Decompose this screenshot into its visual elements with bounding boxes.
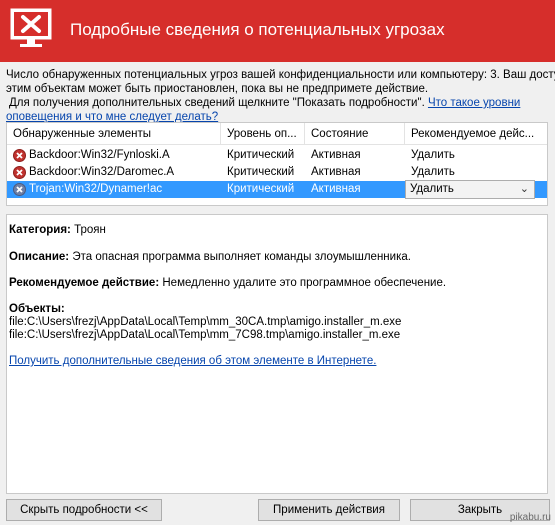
description-value: Эта опасная программа выполняет команды … xyxy=(72,251,411,263)
chevron-down-icon: ⌄ xyxy=(519,183,529,195)
objects-label: Объекты: xyxy=(9,303,65,315)
threat-name: Backdoor:Win32/Daromec.A xyxy=(29,166,175,178)
hide-details-button[interactable]: Скрыть подробности << xyxy=(6,499,162,521)
threat-status: Активная xyxy=(311,183,361,195)
category-line: Категория: Троян xyxy=(9,224,106,237)
threat-name: Backdoor:Win32/Fynloski.A xyxy=(29,149,170,161)
threat-status: Активная xyxy=(311,149,361,161)
threat-x-icon xyxy=(13,149,26,162)
recommended-line: Рекомендуемое действие: Немедленно удали… xyxy=(9,277,446,290)
intro-hint: Для получения дополнительных сведений ще… xyxy=(9,97,425,109)
table-row-selected[interactable]: Trojan:Win32/Dynamer!ac Критический Акти… xyxy=(7,180,547,199)
intro-line-3: Для получения дополнительных сведений ще… xyxy=(6,96,552,110)
threat-action: Удалить xyxy=(411,149,455,161)
intro-text: Число обнаруженных потенциальных угроз в… xyxy=(6,68,555,124)
object-path: file:C:\Users\frezj\AppData\Local\Temp\m… xyxy=(9,316,402,328)
column-header-status[interactable]: Состояние xyxy=(305,123,405,145)
recommended-label: Рекомендуемое действие: xyxy=(9,277,160,289)
watermark: pikabu.ru xyxy=(509,512,551,523)
column-header-level[interactable]: Уровень оп... xyxy=(221,123,305,145)
category-label: Категория: xyxy=(9,224,71,236)
intro-line-1: Число обнаруженных потенциальных угроз в… xyxy=(6,69,555,81)
threat-status: Активная xyxy=(311,166,361,178)
description-label: Описание: xyxy=(9,251,70,263)
object-path: file:C:\Users\frezj\AppData\Local\Temp\m… xyxy=(9,329,401,341)
action-select[interactable]: Удалить ⌄ xyxy=(405,180,535,199)
category-value: Троян xyxy=(74,224,106,236)
threat-action: Удалить xyxy=(411,166,455,178)
column-header-items[interactable]: Обнаруженные элементы xyxy=(7,123,221,145)
table-header: Обнаруженные элементы Уровень оп... Сост… xyxy=(7,123,547,145)
column-header-action[interactable]: Рекомендуемое дейс... xyxy=(405,123,547,145)
details-panel: Категория: Троян Описание: Эта опасная п… xyxy=(6,214,548,494)
more-info-link[interactable]: Получить дополнительные сведения об этом… xyxy=(9,355,376,367)
window-title: Подробные сведения о потенциальных угроз… xyxy=(70,20,445,39)
monitor-warning-icon xyxy=(10,8,52,47)
threat-name: Trojan:Win32/Dynamer!ac xyxy=(29,183,163,195)
threat-x-icon xyxy=(13,166,26,179)
threats-table: Обнаруженные элементы Уровень оп... Сост… xyxy=(6,122,548,206)
description-line: Описание: Эта опасная программа выполняе… xyxy=(9,251,411,264)
action-select-value: Удалить xyxy=(410,183,454,195)
threat-x-icon xyxy=(13,183,26,196)
threat-level: Критический xyxy=(227,166,295,178)
title-bar: Подробные сведения о потенциальных угроз… xyxy=(0,0,555,62)
table-row[interactable]: Backdoor:Win32/Fynloski.A Критический Ак… xyxy=(7,147,547,164)
alert-levels-link[interactable]: Что такое уровни xyxy=(428,97,520,109)
more-info-line: Получить дополнительные сведения об этом… xyxy=(9,355,376,368)
threat-level: Критический xyxy=(227,183,295,195)
apply-actions-button[interactable]: Применить действия xyxy=(258,499,400,521)
recommended-value: Немедленно удалите это программное обесп… xyxy=(162,277,447,289)
table-row[interactable]: Backdoor:Win32/Daromec.A Критический Акт… xyxy=(7,164,547,181)
footer-bar: Скрыть подробности << Применить действия… xyxy=(0,495,555,525)
threat-level: Критический xyxy=(227,149,295,161)
intro-line-2: этим объектам может быть приостановлен, … xyxy=(6,83,429,95)
